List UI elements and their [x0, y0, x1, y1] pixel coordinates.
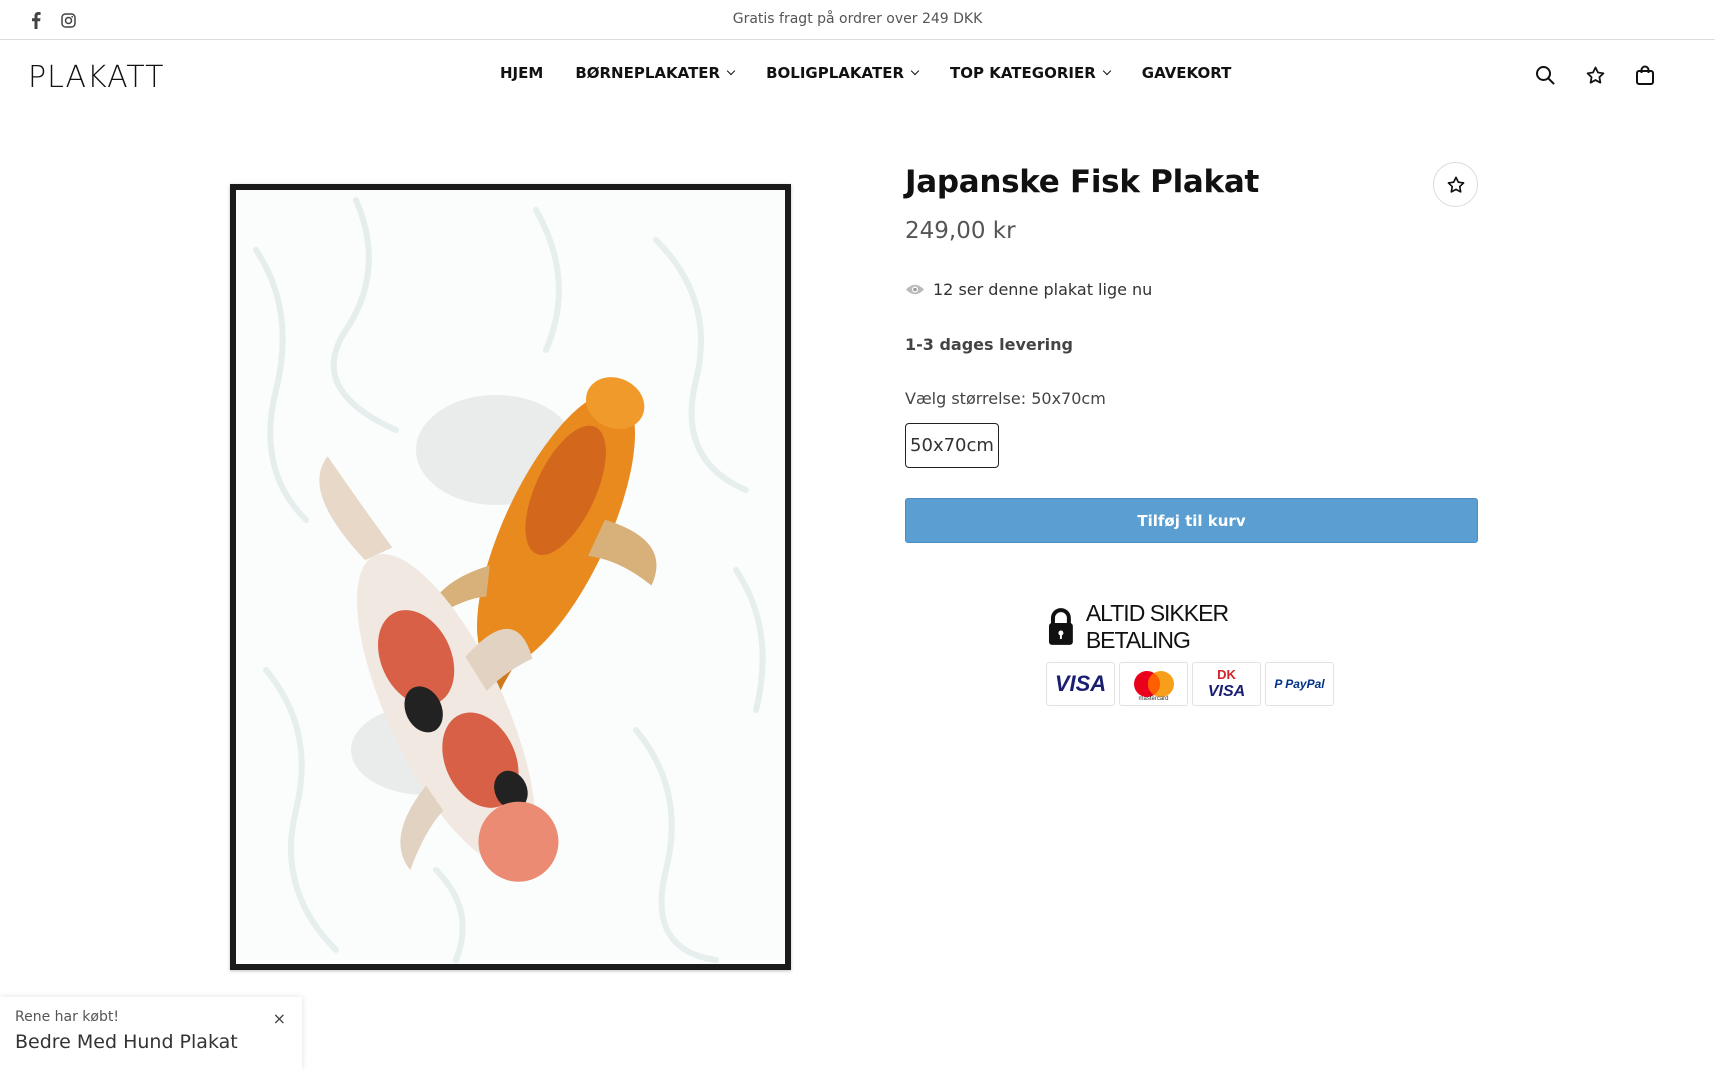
chevron-down-icon: [726, 66, 736, 76]
secure-payment-header: ALTID SIKKER BETALING: [1046, 600, 1336, 654]
recent-purchase-toast: Rene har købt! Bedre Med Hund Plakat ×: [0, 997, 302, 1070]
main-nav: HJEM BØRNEPLAKATER BOLIGPLAKATER TOP KAT…: [500, 64, 1231, 82]
chevron-down-icon: [1102, 66, 1112, 76]
product-info: Japanske Fisk Plakat 249,00 kr 12 ser de…: [905, 160, 1478, 543]
dankort-top: DK: [1217, 667, 1236, 682]
site-logo[interactable]: PLAKATT: [28, 60, 164, 95]
size-label: Vælg størrelse: 50x70cm: [905, 389, 1106, 408]
search-icon[interactable]: [1534, 64, 1556, 86]
add-to-wishlist-button[interactable]: [1433, 162, 1478, 207]
nav-item-borneplakater[interactable]: BØRNEPLAKATER: [575, 64, 736, 82]
wishlist-star-icon[interactable]: [1584, 64, 1606, 86]
nav-label: GAVEKORT: [1141, 64, 1232, 82]
dankort-bottom: VISA: [1207, 683, 1246, 700]
nav-item-gavekort[interactable]: GAVEKORT: [1142, 64, 1232, 82]
nav-label: TOP KATEGORIER: [950, 64, 1096, 82]
lock-icon: [1048, 608, 1073, 645]
header-actions: [1534, 64, 1656, 86]
announcement-bar: Gratis fragt på ordrer over 249 DKK: [0, 0, 1715, 40]
mastercard-circles: [1133, 671, 1174, 697]
toast-product[interactable]: Bedre Med Hund Plakat: [15, 1031, 287, 1053]
close-icon[interactable]: ×: [273, 1009, 286, 1028]
product-price: 249,00 kr: [905, 218, 1016, 244]
announcement-text: Gratis fragt på ordrer over 249 DKK: [732, 11, 983, 27]
mastercard-icon: mastercard: [1119, 662, 1188, 706]
nav-item-boligplakater[interactable]: BOLIGPLAKATER: [766, 64, 920, 82]
visa-label: VISA: [1054, 671, 1107, 696]
koi-fish-artwork: [236, 190, 785, 964]
add-to-cart-button[interactable]: Tilføj til kurv: [905, 498, 1478, 543]
nav-label: BOLIGPLAKATER: [766, 64, 905, 82]
dankort-icon: DK VISA: [1192, 662, 1261, 706]
live-viewers: 12 ser denne plakat lige nu: [905, 280, 1152, 299]
nav-item-hjem[interactable]: HJEM: [500, 64, 543, 82]
product-title: Japanske Fisk Plakat: [905, 164, 1259, 200]
nav-label: HJEM: [500, 64, 544, 82]
payment-cards: VISA mastercard DK VISA P PayPal: [1046, 662, 1336, 706]
mastercard-label: mastercard: [1138, 696, 1169, 702]
toast-buyer: Rene har købt!: [15, 1009, 119, 1025]
site-header: PLAKATT HJEM BØRNEPLAKATER BOLIGPLAKATER…: [0, 40, 1715, 112]
chevron-down-icon: [910, 66, 920, 76]
secure-payment-text: ALTID SIKKER BETALING: [1085, 600, 1229, 653]
nav-label: BØRNEPLAKATER: [575, 64, 721, 82]
visa-card-icon: VISA: [1046, 662, 1115, 706]
product-image[interactable]: [230, 184, 791, 970]
delivery-info: 1-3 dages levering: [905, 335, 1073, 354]
secure-payment-badge: ALTID SIKKER BETALING VISA mastercard DK…: [1046, 600, 1336, 706]
nav-item-top-kategorier[interactable]: TOP KATEGORIER: [950, 64, 1112, 82]
viewers-text: 12 ser denne plakat lige nu: [933, 280, 1153, 299]
paypal-label: P PayPal: [1274, 677, 1325, 691]
size-option-50x70[interactable]: 50x70cm: [905, 423, 999, 468]
paypal-icon: P PayPal: [1265, 662, 1334, 706]
star-icon: [1447, 176, 1464, 193]
eye-icon: [906, 284, 924, 295]
bag-icon[interactable]: [1634, 64, 1656, 86]
